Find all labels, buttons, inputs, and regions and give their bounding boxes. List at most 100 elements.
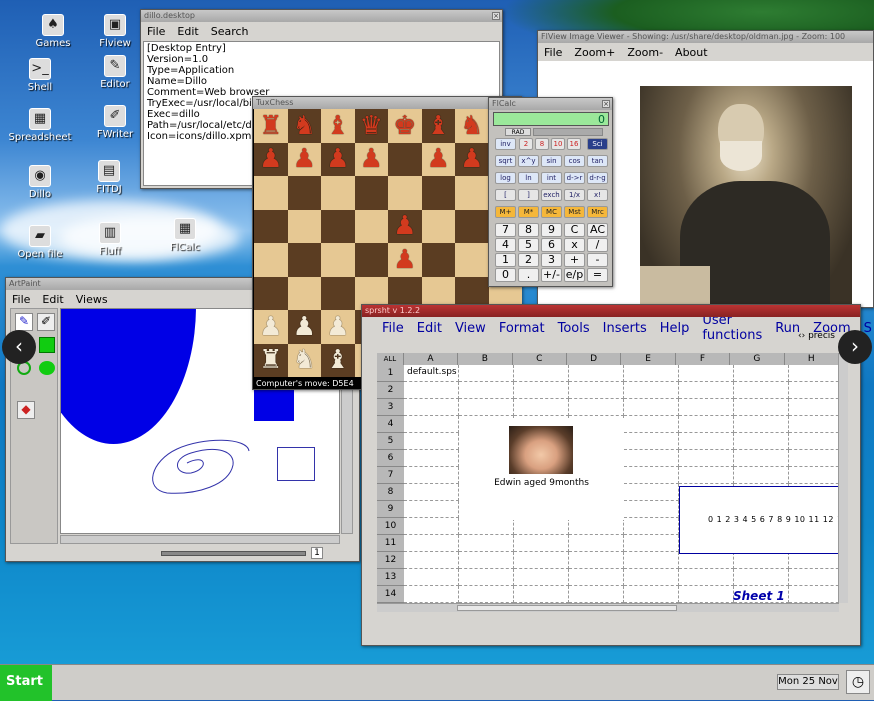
calc-key[interactable]: x^y	[518, 155, 539, 167]
red-pawn-icon[interactable]: ♟	[259, 146, 282, 172]
menu-run[interactable]: Run	[775, 321, 800, 336]
chess-square[interactable]: ♝	[321, 109, 355, 143]
sheet-cell[interactable]	[789, 365, 839, 382]
red-pawn-icon[interactable]: ♟	[393, 213, 416, 239]
sheet-cell[interactable]	[569, 552, 624, 569]
viewer-titlebar[interactable]: FlView Image Viewer - Showing: /usr/shar…	[538, 31, 873, 43]
artpaint-hscroll[interactable]	[60, 535, 340, 544]
sheet-cell[interactable]	[679, 467, 734, 484]
chess-square[interactable]: ♟	[287, 142, 321, 176]
chess-square[interactable]	[254, 209, 288, 243]
calc-key[interactable]: Sci	[587, 138, 608, 150]
calc-key[interactable]: 0	[495, 268, 516, 282]
sheet-cell[interactable]	[404, 467, 459, 484]
ellipse-tool-icon[interactable]	[39, 361, 55, 375]
sheet-cell[interactable]	[459, 586, 514, 603]
menu-views[interactable]: Views	[76, 293, 108, 306]
calc-key[interactable]: exch	[541, 189, 562, 201]
menu-user-functions[interactable]: User functions	[702, 313, 762, 343]
start-button[interactable]: Start	[0, 665, 52, 701]
sheet-cell[interactable]	[404, 399, 459, 416]
chess-square[interactable]: ♞	[287, 109, 321, 143]
chess-square[interactable]	[287, 243, 321, 277]
red-pawn-icon[interactable]: ♟	[427, 146, 450, 172]
calc-key[interactable]: MC	[541, 206, 562, 218]
desktop-icon-open-file[interactable]: ▰ Open file	[5, 225, 75, 260]
menu-file[interactable]: File	[147, 25, 165, 38]
sheet-cell[interactable]	[624, 518, 679, 535]
precision-control[interactable]: ‹› precis	[798, 331, 835, 341]
sheet-cell[interactable]	[789, 467, 839, 484]
white-pawn-icon[interactable]: ♟	[259, 314, 282, 340]
chess-square[interactable]: ♟	[287, 310, 321, 344]
calc-key[interactable]: ]	[518, 189, 539, 201]
chess-square[interactable]: ♟	[421, 142, 455, 176]
sheet-cell[interactable]	[624, 501, 679, 518]
sheet-cell[interactable]	[734, 399, 789, 416]
menu-file[interactable]: File	[12, 293, 30, 306]
sheet-cell[interactable]	[569, 382, 624, 399]
sheet-cell[interactable]	[789, 586, 839, 603]
sheet-cell[interactable]	[789, 433, 839, 450]
calc-key[interactable]: +/-	[541, 268, 562, 282]
menu-edit[interactable]: Edit	[42, 293, 63, 306]
row-header[interactable]: 1	[377, 365, 404, 382]
chess-square[interactable]	[321, 276, 355, 310]
calc-key[interactable]: 2	[519, 138, 533, 150]
chess-square[interactable]	[254, 176, 288, 210]
sheet-cell[interactable]	[624, 535, 679, 552]
chess-square[interactable]: ♞	[455, 109, 489, 143]
sheet-cell[interactable]	[624, 450, 679, 467]
chess-square[interactable]: ♟	[388, 243, 422, 277]
sheet-tab[interactable]: Sheet 1	[733, 589, 785, 603]
desktop-icon-fluff[interactable]: ▥ Fluff	[75, 222, 145, 257]
sheet-cell[interactable]	[404, 586, 459, 603]
row-header[interactable]: 7	[377, 467, 404, 484]
sheet-cell[interactable]	[734, 569, 789, 586]
menu-zoom-[interactable]: Zoom-	[627, 46, 663, 59]
sheet-cell[interactable]	[624, 552, 679, 569]
sheet-cell[interactable]	[624, 569, 679, 586]
chess-square[interactable]	[421, 209, 455, 243]
calc-key[interactable]: d->r	[564, 172, 585, 184]
sheet-cell[interactable]	[404, 518, 459, 535]
sheet-cell[interactable]	[624, 484, 679, 501]
sheet-cell[interactable]	[624, 399, 679, 416]
calc-key[interactable]: tan	[587, 155, 608, 167]
menu-zoom-[interactable]: Zoom+	[574, 46, 615, 59]
pen-tool-icon[interactable]: ✎	[15, 313, 33, 331]
sheet-cell[interactable]	[569, 518, 624, 535]
chess-square[interactable]	[388, 142, 422, 176]
sheet-cell[interactable]	[679, 399, 734, 416]
chess-square[interactable]	[321, 209, 355, 243]
row-header[interactable]: 12	[377, 552, 404, 569]
chess-square[interactable]	[254, 276, 288, 310]
desktop-icon-fitdj[interactable]: ▤ FITDJ	[74, 160, 144, 195]
menu-edit[interactable]: Edit	[177, 25, 198, 38]
red-knight-icon[interactable]: ♞	[460, 113, 483, 139]
sheet-cell[interactable]	[679, 586, 734, 603]
next-arrow-button[interactable]: ›	[838, 330, 872, 364]
menu-file[interactable]: File	[382, 321, 404, 336]
calc-key[interactable]: sqrt	[495, 155, 516, 167]
calc-key[interactable]: e/p	[564, 268, 585, 282]
sheet-cell[interactable]	[734, 382, 789, 399]
sheet-cell[interactable]	[459, 399, 514, 416]
sheet-cell[interactable]	[404, 552, 459, 569]
sheet-cell[interactable]	[624, 467, 679, 484]
calc-key[interactable]: -	[587, 253, 608, 267]
desktop-icon-dillo[interactable]: ◉ Dillo	[5, 165, 75, 200]
chess-square[interactable]	[321, 243, 355, 277]
sheet-cell[interactable]	[734, 450, 789, 467]
clock-icon[interactable]: ◷	[846, 670, 870, 694]
white-bishop-icon[interactable]: ♝	[326, 347, 349, 373]
sheet-cell[interactable]	[404, 569, 459, 586]
sheet-cell[interactable]	[404, 484, 459, 501]
cell-a1[interactable]: default.sps	[407, 367, 457, 377]
red-pawn-icon[interactable]: ♟	[293, 146, 316, 172]
calc-key[interactable]: M+	[495, 206, 516, 218]
desktop-icon-spreadsheet[interactable]: ▦ Spreadsheet	[5, 108, 75, 143]
row-header[interactable]: 14	[377, 586, 404, 603]
row-header[interactable]: 11	[377, 535, 404, 552]
sheet-cell[interactable]	[624, 433, 679, 450]
